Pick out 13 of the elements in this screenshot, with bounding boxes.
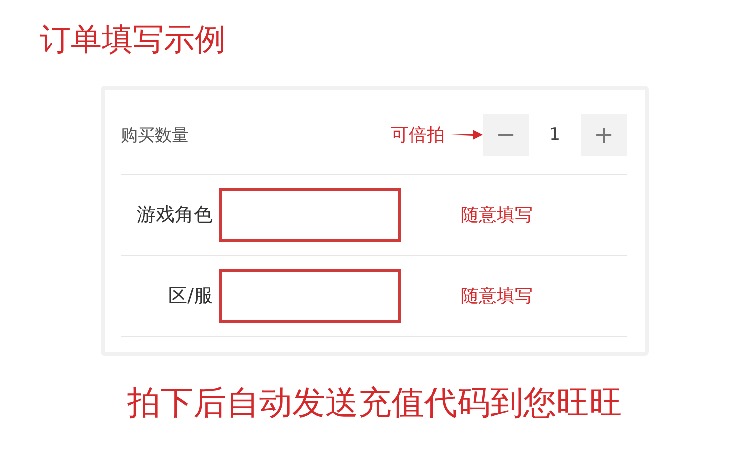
increment-button[interactable]: + (581, 114, 627, 156)
decrement-button[interactable]: − (483, 114, 529, 156)
field-label: 游戏角色 (136, 203, 213, 228)
field-label: 区/服 (168, 284, 213, 309)
input-field[interactable] (219, 269, 401, 323)
input-field[interactable] (219, 188, 401, 242)
annotation-text: 随意填写 (461, 285, 533, 308)
annotation-text: 可倍拍 (391, 124, 445, 147)
annotation-text: 随意填写 (461, 204, 533, 227)
instruction-text: 拍下后自动发送充值代码到您旺旺 (128, 382, 622, 424)
quantity-value: 1 (548, 125, 562, 145)
quantity-label: 购买数量 (121, 124, 190, 146)
page-title: 订单填写示例 (40, 21, 226, 60)
